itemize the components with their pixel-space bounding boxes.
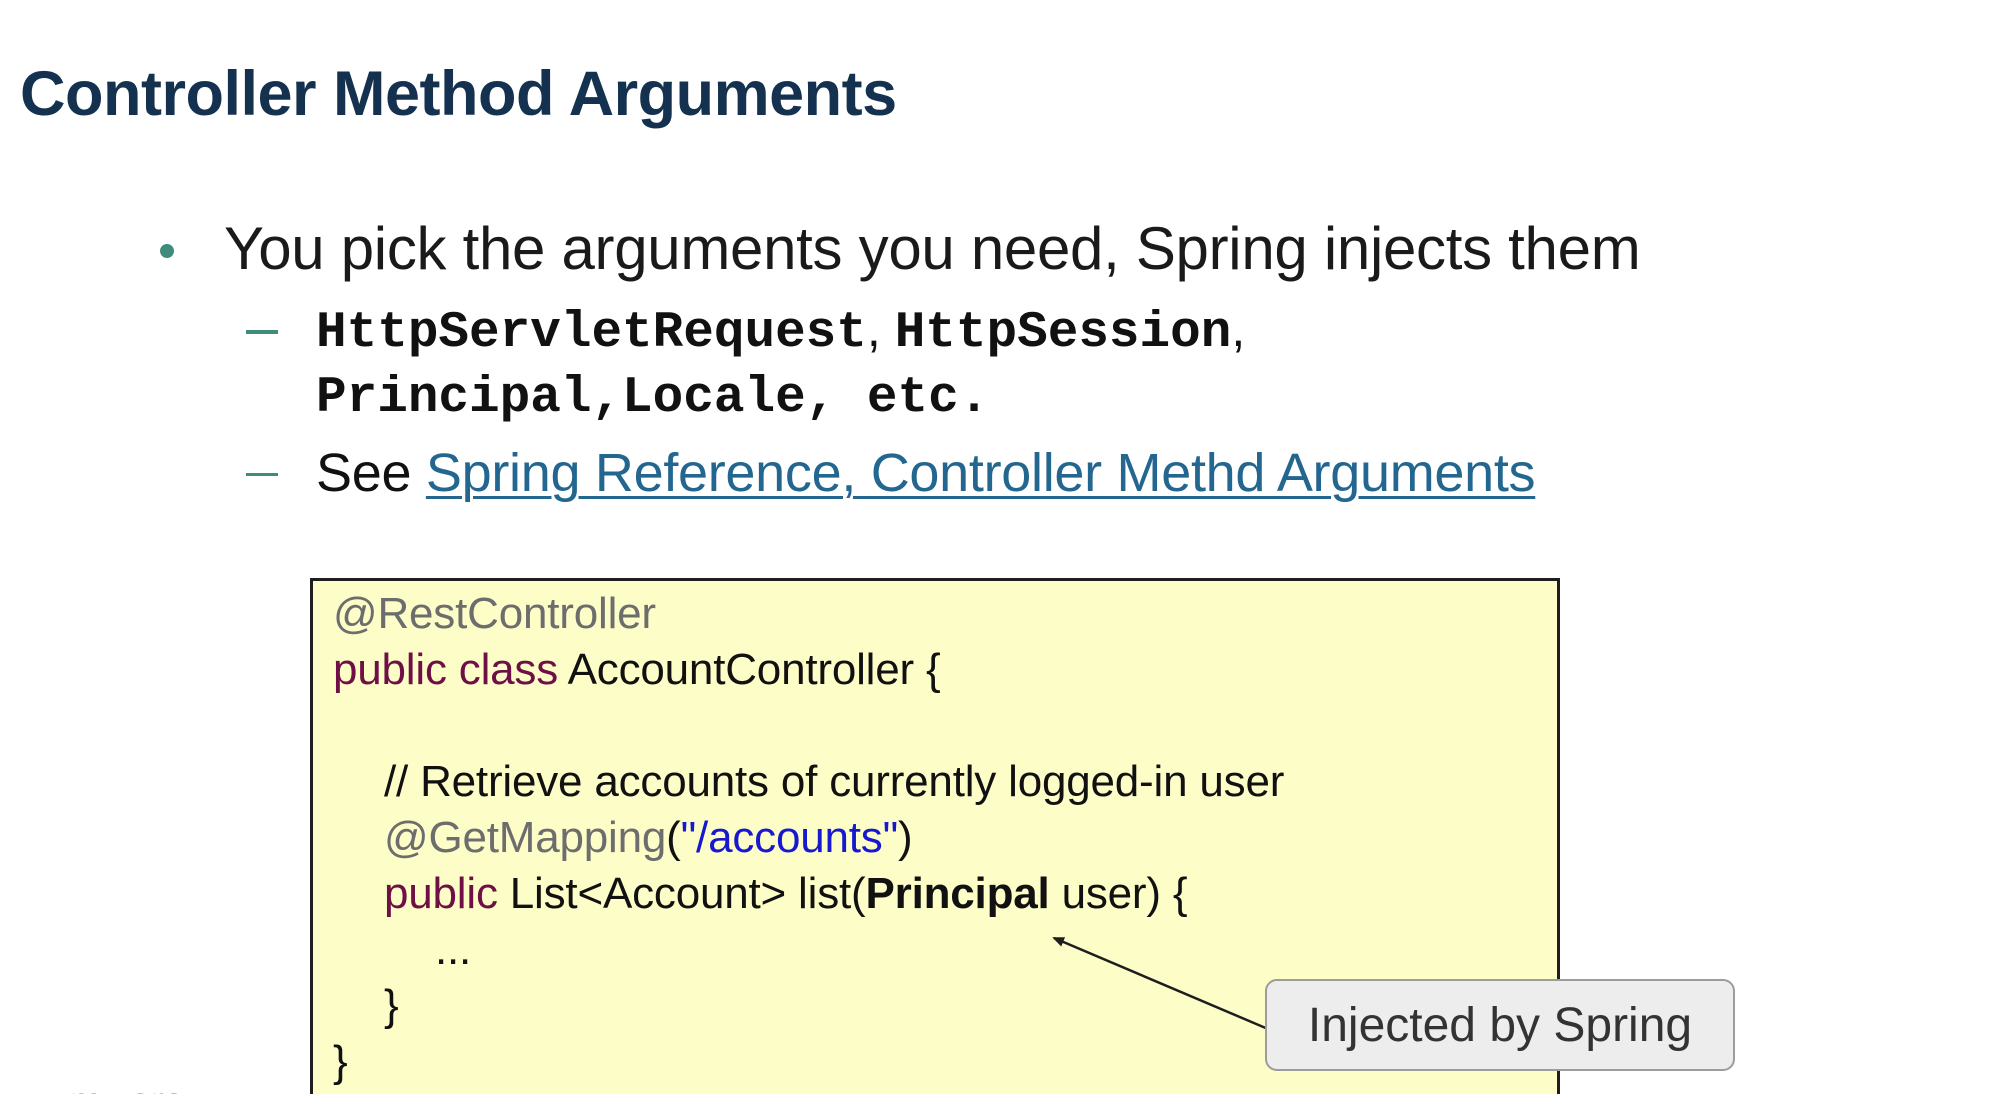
keyword: public [384, 869, 498, 918]
code-line-1: @RestController [333, 589, 656, 639]
code-line-2: public class AccountController { [333, 645, 941, 695]
code-line-9: } [333, 1037, 348, 1087]
principal-parameter: Principal [865, 869, 1050, 918]
code-line-6: public List<Account> list(Principal user… [384, 869, 1188, 919]
annotation-getmapping: @GetMapping [384, 813, 667, 862]
subbullet-dash [246, 473, 278, 476]
subbullet-reference: See Spring Reference, Controller Methd A… [316, 442, 1536, 504]
injected-by-spring-callout: Injected by Spring [1265, 979, 1735, 1071]
bullet-text: You pick the arguments you need, Spring … [224, 215, 1641, 282]
method-close-brace: } [384, 981, 399, 1030]
bullet-dot [160, 244, 174, 258]
spring-reference-link[interactable]: Spring Reference, Controller Methd Argum… [426, 443, 1536, 503]
type-httpservletrequest: HttpServletRequest [316, 305, 867, 362]
string-literal: "/accounts" [680, 813, 899, 862]
subbullet-dash [246, 330, 278, 334]
code-ellipsis: ... [435, 925, 472, 974]
code-line-4: // Retrieve accounts of currently logged… [384, 757, 1284, 807]
class-declaration: AccountController { [558, 645, 941, 694]
separator: , [1231, 301, 1246, 357]
reference-prefix: See [316, 443, 426, 503]
code-line-8: } [384, 981, 399, 1031]
code-comment: // Retrieve accounts of currently logged… [384, 757, 1285, 806]
slide: Controller Method Arguments You pick the… [0, 0, 1994, 1094]
subbullet-types-line1: HttpServletRequest, HttpSession, [316, 300, 1245, 362]
code-line-5: @GetMapping("/accounts") [384, 813, 913, 863]
vmware-logo: vmware [50, 1080, 185, 1094]
subbullet-types-line2: Principal,Locale, etc. [316, 370, 990, 427]
code-line-7: ... [435, 925, 471, 975]
paren-open: ( [666, 813, 681, 862]
separator: , [866, 301, 895, 357]
method-signature-end: user) { [1049, 869, 1188, 918]
slide-title: Controller Method Arguments [20, 59, 897, 129]
keyword: public class [333, 645, 559, 694]
class-close-brace: } [333, 1037, 348, 1086]
type-httpsession: HttpSession [894, 305, 1232, 362]
paren-close: ) [898, 813, 913, 862]
annotation-restcontroller: @RestController [333, 589, 656, 638]
method-signature: List<Account> list( [497, 869, 866, 918]
